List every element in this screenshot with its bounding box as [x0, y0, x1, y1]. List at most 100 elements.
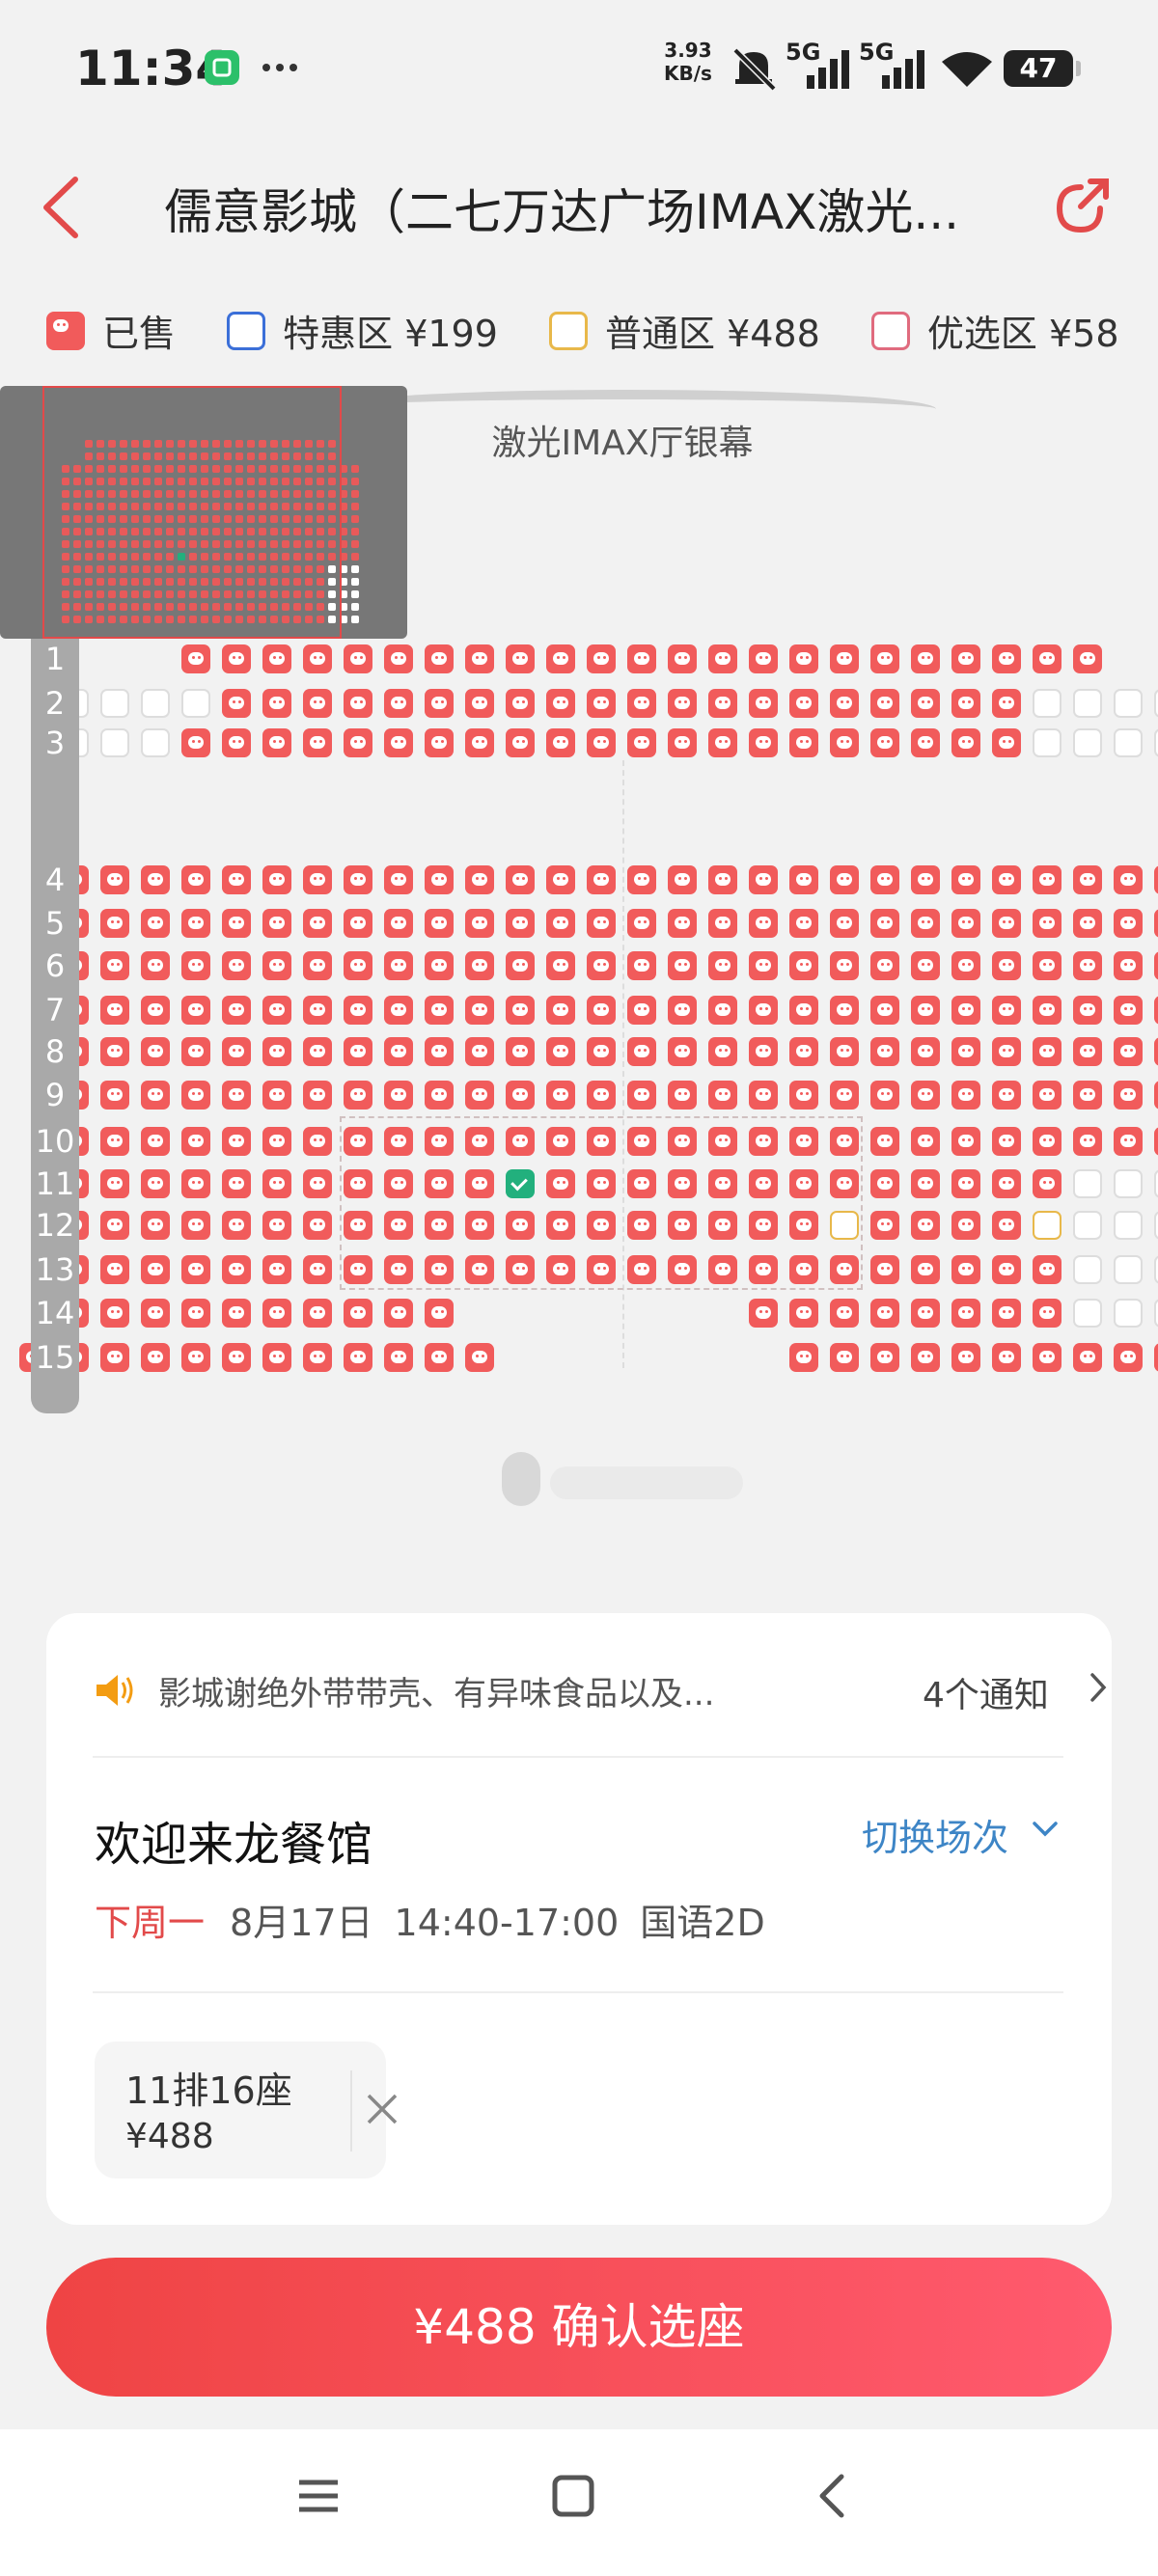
minimap-seat — [351, 490, 359, 498]
sold-seat — [425, 1299, 454, 1328]
available-seat[interactable] — [1114, 1255, 1143, 1284]
sold-seat — [627, 689, 656, 718]
sold-seat — [303, 909, 332, 938]
row-number: 13 — [35, 1251, 75, 1288]
sold-seat — [708, 1169, 737, 1198]
sold-seat — [384, 1169, 413, 1198]
close-icon[interactable] — [363, 2090, 401, 2128]
available-seat[interactable] — [1114, 689, 1143, 718]
minimap-seat — [351, 565, 359, 573]
sold-seat — [222, 865, 251, 894]
sold-seat — [344, 996, 372, 1025]
confirm-seat-button[interactable]: ¥488 确认选座 — [46, 2258, 1112, 2397]
sold-seat — [830, 689, 859, 718]
sold-seat — [992, 644, 1021, 673]
available-seat[interactable] — [1073, 1255, 1102, 1284]
sold-seat — [992, 951, 1021, 980]
available-seat[interactable] — [1154, 1169, 1158, 1198]
sold-seat — [181, 951, 210, 980]
sold-seat — [749, 1169, 778, 1198]
sold-seat — [830, 951, 859, 980]
sold-seat — [627, 644, 656, 673]
available-seat[interactable] — [1114, 1169, 1143, 1198]
available-seat[interactable] — [1033, 728, 1062, 757]
available-seat[interactable] — [1073, 1299, 1102, 1328]
seat-minimap[interactable] — [0, 386, 407, 639]
sold-seat — [1033, 1037, 1062, 1066]
available-seat[interactable] — [141, 728, 170, 757]
sold-seat — [222, 1211, 251, 1240]
sold-seat — [587, 996, 616, 1025]
sold-seat — [668, 689, 697, 718]
available-seat[interactable] — [1154, 689, 1158, 718]
sold-seat — [1033, 1169, 1062, 1198]
available-seat[interactable] — [100, 728, 129, 757]
sold-seat — [100, 1255, 129, 1284]
sold-seat — [222, 644, 251, 673]
selected-seat-chip: 11排16座 ¥488 — [95, 2042, 398, 2179]
selected-seat[interactable] — [506, 1169, 535, 1198]
sold-seat — [425, 951, 454, 980]
available-seat[interactable] — [1073, 1169, 1102, 1198]
sold-seat — [262, 1255, 291, 1284]
available-seat[interactable] — [1114, 1299, 1143, 1328]
available-seat[interactable] — [1033, 689, 1062, 718]
sold-seat — [708, 1255, 737, 1284]
sold-seat — [789, 1037, 818, 1066]
available-seat[interactable] — [1154, 1299, 1158, 1328]
available-seat[interactable] — [1073, 1211, 1102, 1240]
available-seat[interactable] — [1154, 1255, 1158, 1284]
sold-seat — [789, 1299, 818, 1328]
sold-seat — [708, 1037, 737, 1066]
sold-seat — [627, 728, 656, 757]
available-seat[interactable] — [1073, 728, 1102, 757]
sold-seat — [789, 1343, 818, 1372]
minimap-seat — [351, 590, 359, 598]
seat-grid[interactable] — [0, 0, 1158, 1447]
sold-seat — [668, 1037, 697, 1066]
sold-seat — [1073, 1081, 1102, 1110]
sold-seat — [344, 644, 372, 673]
sold-seat — [992, 1343, 1021, 1372]
sold-seat — [344, 728, 372, 757]
normal-zone-seat[interactable] — [830, 1211, 859, 1240]
sold-seat — [708, 996, 737, 1025]
sold-seat — [222, 951, 251, 980]
sold-seat — [951, 644, 980, 673]
sold-seat — [627, 909, 656, 938]
available-seat[interactable] — [1114, 1211, 1143, 1240]
sold-seat — [262, 865, 291, 894]
available-seat[interactable] — [1154, 1211, 1158, 1240]
sold-seat — [668, 951, 697, 980]
available-seat[interactable] — [100, 689, 129, 718]
back-icon[interactable] — [813, 2473, 851, 2519]
sold-seat — [587, 1169, 616, 1198]
sold-seat — [262, 1169, 291, 1198]
sold-seat — [1114, 1343, 1143, 1372]
normal-zone-seat[interactable] — [1033, 1211, 1062, 1240]
sold-seat — [222, 1255, 251, 1284]
available-seat[interactable] — [181, 689, 210, 718]
home-icon[interactable] — [550, 2473, 596, 2519]
sold-seat — [344, 1169, 372, 1198]
sold-seat — [1114, 1081, 1143, 1110]
sold-seat — [384, 951, 413, 980]
sold-seat — [911, 1255, 940, 1284]
sold-seat — [222, 909, 251, 938]
sold-seat — [1154, 865, 1158, 894]
notice-bar[interactable]: 影城谢绝外带带壳、有异味食品以及... 4个通知 — [93, 1663, 1107, 1721]
available-seat[interactable] — [1154, 728, 1158, 757]
menu-icon[interactable] — [295, 2473, 342, 2519]
available-seat[interactable] — [1073, 689, 1102, 718]
sold-seat — [911, 1299, 940, 1328]
switch-showtime-button[interactable]: 切换场次 — [862, 1808, 1008, 1861]
chevron-down-icon[interactable] — [1031, 1818, 1060, 1841]
sold-seat — [708, 865, 737, 894]
available-seat[interactable] — [141, 689, 170, 718]
sold-seat — [1154, 1343, 1158, 1372]
available-seat[interactable] — [1114, 728, 1143, 757]
sold-seat — [830, 909, 859, 938]
sold-seat — [303, 1211, 332, 1240]
sold-seat — [100, 951, 129, 980]
sold-seat — [1154, 909, 1158, 938]
